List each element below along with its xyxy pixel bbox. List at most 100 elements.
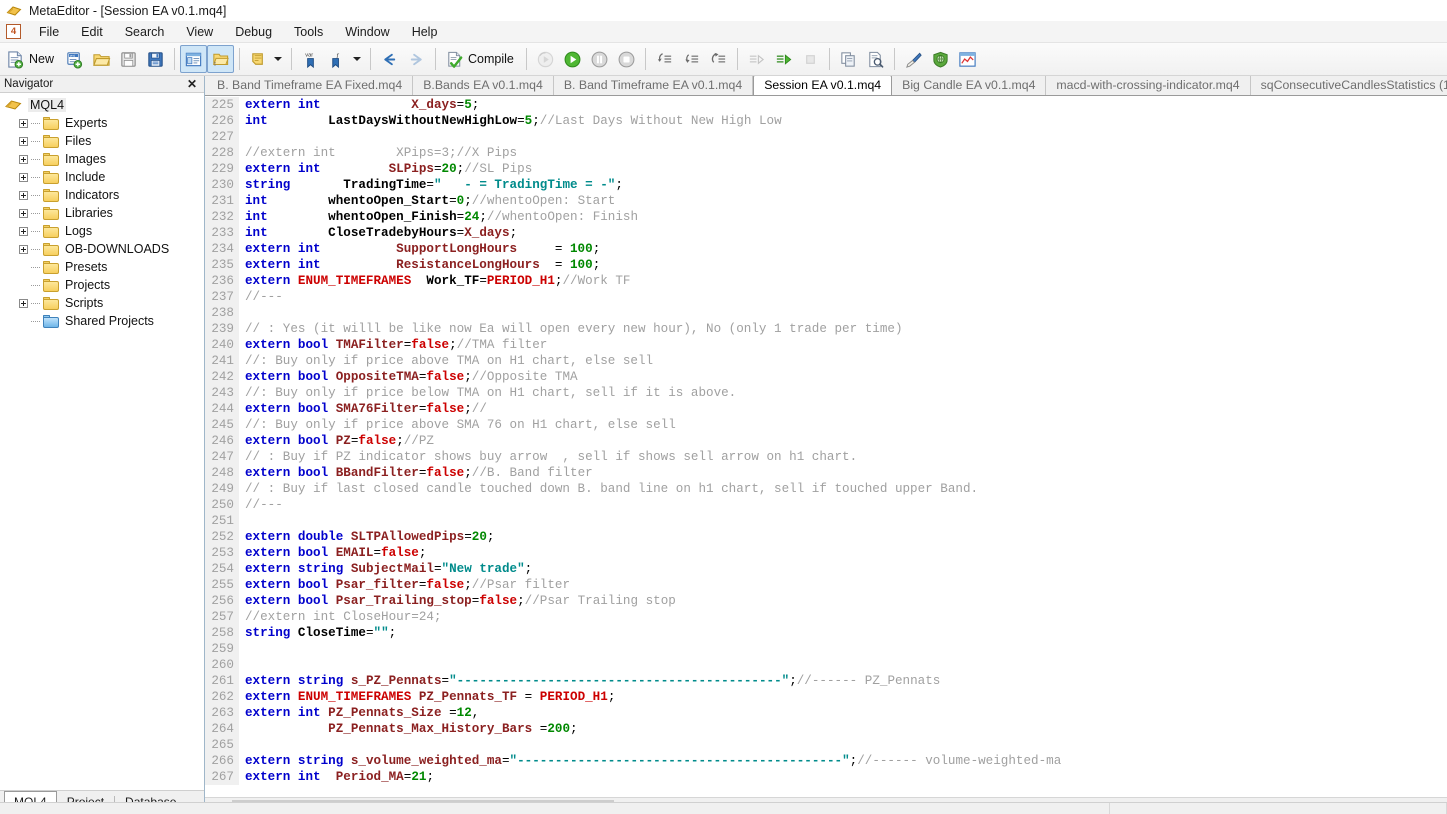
code-line[interactable]: 251 — [205, 513, 1447, 529]
expand-plus-icon[interactable] — [19, 172, 28, 182]
code-line[interactable]: 229 extern int SLPips=20;//SL Pips — [205, 161, 1447, 177]
code-text[interactable]: extern int X_days=5; — [239, 97, 479, 113]
code-text[interactable]: extern int SupportLongHours = 100; — [239, 241, 600, 257]
code-line[interactable]: 255 extern bool Psar_filter=false;//Psar … — [205, 577, 1447, 593]
code-text[interactable]: string CloseTime=""; — [239, 625, 396, 641]
code-line[interactable]: 247// : Buy if PZ indicator shows buy ar… — [205, 449, 1447, 465]
code-text[interactable]: // : Buy if last closed candle touched d… — [239, 481, 978, 497]
file-tab-macd-with-crossing-indicator[interactable]: macd-with-crossing-indicator.mq4 — [1046, 76, 1251, 95]
code-line[interactable]: 248 extern bool BBandFilter=false;//B. Ba… — [205, 465, 1447, 481]
code-line[interactable]: 258 string CloseTime=""; — [205, 625, 1447, 641]
tree-item-include[interactable]: Include — [0, 168, 204, 186]
code-line[interactable]: 231 int whentoOpen_Start=0;//whentoOpen: … — [205, 193, 1447, 209]
menu-debug[interactable]: Debug — [224, 22, 283, 42]
restart-debug-button[interactable] — [532, 45, 559, 73]
expand-plus-icon[interactable] — [19, 190, 28, 200]
code-line[interactable]: 241//: Buy only if price above TMA on H1… — [205, 353, 1447, 369]
navigate-forward-button[interactable] — [403, 45, 430, 73]
save-button[interactable] — [115, 45, 142, 73]
strategy-tester-button[interactable] — [954, 45, 981, 73]
code-text[interactable]: // : Buy if PZ indicator shows buy arrow… — [239, 449, 857, 465]
code-text[interactable]: int CloseTradebyHours=X_days; — [239, 225, 517, 241]
clipboard-button[interactable] — [245, 45, 286, 73]
tree-item-presets[interactable]: Presets — [0, 258, 204, 276]
code-editor[interactable]: 225 extern int X_days=5; 226 int LastDaysWi… — [205, 96, 1447, 797]
step-over-button[interactable] — [678, 45, 705, 73]
tree-item-mql4-root[interactable]: MQL4 — [0, 96, 204, 114]
code-line[interactable]: 263 extern int PZ_Pennats_Size =12, — [205, 705, 1447, 721]
toggle-toolbox-button[interactable] — [207, 45, 235, 73]
code-text[interactable]: extern bool PZ=false;//PZ — [239, 433, 434, 449]
open-file-button[interactable] — [88, 45, 115, 73]
copy-profile-button[interactable] — [835, 45, 862, 73]
expand-plus-icon[interactable] — [19, 208, 28, 218]
file-tab-b-band-timeframe-ea[interactable]: B. Band Timeframe EA v0.1.mq4 — [554, 76, 754, 95]
expand-plus-icon[interactable] — [19, 244, 28, 254]
style-button[interactable] — [900, 45, 927, 73]
code-line[interactable]: 233 int CloseTradebyHours=X_days; — [205, 225, 1447, 241]
code-line[interactable]: 244 extern bool SMA76Filter=false;// — [205, 401, 1447, 417]
navigate-back-button[interactable] — [376, 45, 403, 73]
file-tab-sq-consecutive-candles-statistics[interactable]: sqConsecutiveCandlesStatistics (1).mq4 — [1251, 76, 1447, 95]
code-line[interactable]: 239// : Yes (it willl be like now Ea wil… — [205, 321, 1447, 337]
code-text[interactable]: extern bool Psar_Trailing_stop=false;//P… — [239, 593, 676, 609]
code-line[interactable]: 234 extern int SupportLongHours = 100; — [205, 241, 1447, 257]
menu-tools[interactable]: Tools — [283, 22, 334, 42]
menu-view[interactable]: View — [175, 22, 224, 42]
code-text[interactable]: extern bool Psar_filter=false;//Psar fil… — [239, 577, 570, 593]
code-line[interactable]: 249// : Buy if last closed candle touche… — [205, 481, 1447, 497]
code-line[interactable]: 250//--- — [205, 497, 1447, 513]
pause-debug-button[interactable] — [586, 45, 613, 73]
tree-item-ob-downloads[interactable]: OB-DOWNLOADS — [0, 240, 204, 258]
menu-help[interactable]: Help — [401, 22, 449, 42]
menu-file[interactable]: File — [28, 22, 70, 42]
tree-item-images[interactable]: Images — [0, 150, 204, 168]
menu-search[interactable]: Search — [114, 22, 176, 42]
start-debug-button[interactable] — [559, 45, 586, 73]
close-icon[interactable]: ✕ — [184, 77, 200, 91]
code-line[interactable]: 262 extern ENUM_TIMEFRAMES PZ_Pennats_TF … — [205, 689, 1447, 705]
mql5-community-button[interactable] — [927, 45, 954, 73]
insert-variable-button[interactable]: var — [297, 45, 324, 73]
file-tab-b-bands-ea[interactable]: B.Bands EA v0.1.mq4 — [413, 76, 554, 95]
expand-plus-icon[interactable] — [19, 226, 28, 236]
profile-report-button[interactable] — [862, 45, 889, 73]
code-line[interactable]: 252 extern double SLTPAllowedPips=20; — [205, 529, 1447, 545]
code-text[interactable]: //extern int XPips=3;//X Pips — [239, 145, 517, 161]
code-line[interactable]: 228//extern int XPips=3;//X Pips — [205, 145, 1447, 161]
code-text[interactable]: //: Buy only if price below TMA on H1 ch… — [239, 385, 736, 401]
halt-button[interactable] — [797, 45, 824, 73]
code-text[interactable]: // : Yes (it willl be like now Ea will o… — [239, 321, 903, 337]
tree-item-shared-projects[interactable]: Shared Projects — [0, 312, 204, 330]
code-text[interactable]: extern ENUM_TIMEFRAMES Work_TF=PERIOD_H1… — [239, 273, 631, 289]
file-tab-big-candle-ea[interactable]: Big Candle EA v0.1.mq4 — [892, 76, 1047, 95]
toggle-navigator-button[interactable] — [180, 45, 208, 73]
code-line[interactable]: 264 PZ_Pennats_Max_History_Bars =200; — [205, 721, 1447, 737]
code-line[interactable]: 265 — [205, 737, 1447, 753]
chevron-down-icon[interactable] — [274, 57, 283, 61]
tree-item-scripts[interactable]: Scripts — [0, 294, 204, 312]
code-line[interactable]: 266 extern string s_volume_weighted_ma="-… — [205, 753, 1447, 769]
code-text[interactable]: extern string s_volume_weighted_ma="----… — [239, 753, 1061, 769]
code-text[interactable]: //--- — [239, 289, 283, 305]
menu-window[interactable]: Window — [334, 22, 400, 42]
menu-edit[interactable]: Edit — [70, 22, 114, 42]
code-line[interactable]: 261 extern string s_PZ_Pennats="---------… — [205, 673, 1447, 689]
code-text[interactable]: //: Buy only if price above SMA 76 on H1… — [239, 417, 676, 433]
code-line[interactable]: 253 extern bool EMAIL=false; — [205, 545, 1447, 561]
file-tab-session-ea[interactable]: Session EA v0.1.mq4 — [753, 76, 893, 95]
code-line[interactable]: 225 extern int X_days=5; — [205, 97, 1447, 113]
step-into-button[interactable] — [651, 45, 678, 73]
code-line[interactable]: 230 string TradingTime=" - = TradingTime … — [205, 177, 1447, 193]
code-line[interactable]: 256 extern bool Psar_Trailing_stop=false;… — [205, 593, 1447, 609]
code-line[interactable]: 237//--- — [205, 289, 1447, 305]
tree-item-indicators[interactable]: Indicators — [0, 186, 204, 204]
code-text[interactable]: extern double SLTPAllowedPips=20; — [239, 529, 494, 545]
expand-plus-icon[interactable] — [19, 298, 28, 308]
code-line[interactable]: 240 extern bool TMAFilter=false;//TMA fil… — [205, 337, 1447, 353]
code-text[interactable]: extern string SubjectMail="New trade"; — [239, 561, 532, 577]
code-text[interactable]: extern int SLPips=20;//SL Pips — [239, 161, 532, 177]
compile-button[interactable]: Compile — [441, 45, 521, 73]
code-line[interactable]: 260 — [205, 657, 1447, 673]
step-out-button[interactable] — [705, 45, 732, 73]
